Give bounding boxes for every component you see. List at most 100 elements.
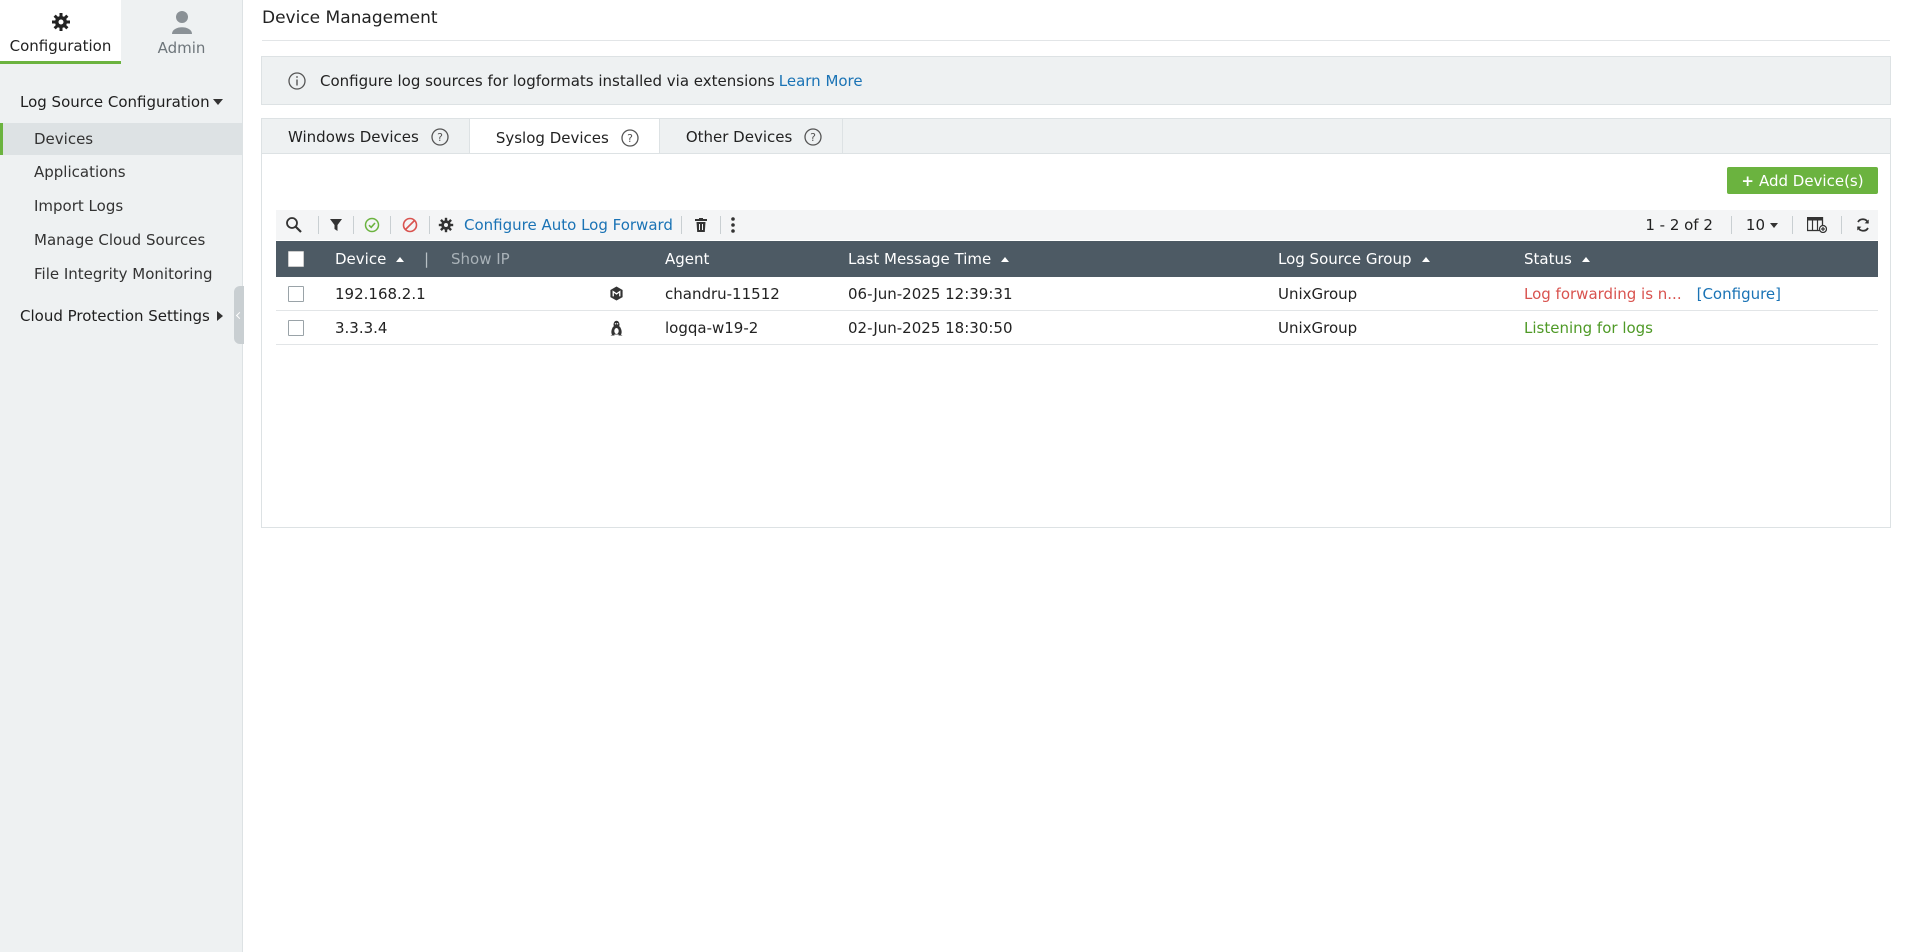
- column-log-source-group-label: Log Source Group: [1278, 250, 1412, 268]
- user-icon: [171, 8, 193, 34]
- select-all-checkbox-cell: [288, 241, 304, 277]
- page-size-select[interactable]: 10: [1746, 216, 1778, 234]
- table-row[interactable]: 192.168.2.1 chandru-11512 06-Jun-2025 12…: [276, 277, 1878, 311]
- sort-asc-icon: [1421, 256, 1430, 262]
- column-status[interactable]: Status: [1524, 241, 1590, 277]
- row-checkbox-cell: [288, 277, 304, 310]
- select-all-checkbox[interactable]: [288, 251, 304, 267]
- chevron-down-icon: [213, 99, 223, 105]
- tab-configuration-label: Configuration: [9, 37, 112, 55]
- column-last-message-time-label: Last Message Time: [848, 250, 992, 268]
- svg-text:?: ?: [810, 131, 816, 144]
- trash-icon[interactable]: [688, 210, 714, 240]
- chevron-right-icon: [217, 311, 223, 321]
- column-log-source-group[interactable]: Log Source Group: [1278, 241, 1430, 277]
- tab-label: Windows Devices: [288, 127, 419, 146]
- toolbar-divider: [1841, 216, 1842, 234]
- refresh-icon[interactable]: [1848, 210, 1878, 240]
- svg-text:?: ?: [627, 132, 633, 145]
- pagination-range: 1 - 2 of 2: [1645, 216, 1713, 234]
- pager: 1 - 2 of 2 10: [1645, 210, 1878, 240]
- configure-link[interactable]: [Configure]: [1697, 285, 1781, 303]
- column-last-message-time[interactable]: Last Message Time: [848, 241, 1010, 277]
- column-status-label: Status: [1524, 250, 1572, 268]
- search-icon[interactable]: [276, 210, 312, 240]
- section-cloud-protection-settings[interactable]: Cloud Protection Settings: [0, 300, 243, 332]
- tab-admin[interactable]: Admin: [121, 0, 242, 64]
- show-ip-toggle[interactable]: Show IP: [451, 241, 510, 277]
- tab-label: Other Devices: [685, 127, 793, 146]
- header-divider: |: [424, 250, 430, 268]
- help-icon[interactable]: ?: [621, 128, 639, 147]
- sort-asc-icon: [1001, 256, 1010, 262]
- devices-table: Device | Show IP Agent Last Message Time…: [276, 241, 1878, 345]
- add-device-button[interactable]: + Add Device(s): [1727, 167, 1878, 194]
- top-tabs: Configuration Admin: [0, 0, 242, 64]
- tab-syslog-devices[interactable]: Syslog Devices ?: [469, 119, 660, 156]
- sidebar-item-label: Devices: [34, 130, 94, 148]
- configure-auto-log-forward-link[interactable]: Configure Auto Log Forward: [464, 216, 673, 234]
- unix-icon: [609, 277, 624, 310]
- toolbar-divider: [1730, 216, 1732, 234]
- row-checkbox[interactable]: [288, 285, 304, 302]
- device-cell: 3.3.3.4: [335, 318, 388, 337]
- column-chooser-icon[interactable]: [1799, 210, 1835, 240]
- table-row[interactable]: 3.3.3.4 logqa-w19-2 02-Jun-2025 18:30:50…: [276, 311, 1878, 345]
- info-icon: [288, 71, 306, 90]
- help-icon[interactable]: ?: [431, 127, 449, 146]
- sidebar-collapse-handle[interactable]: [234, 286, 244, 344]
- gear-icon[interactable]: [436, 210, 456, 240]
- enable-icon[interactable]: [360, 210, 384, 240]
- status-text: Listening for logs: [1524, 318, 1653, 337]
- sidebar-item-label: File Integrity Monitoring: [34, 265, 213, 283]
- row-checkbox-cell: [288, 311, 304, 344]
- page-title: Device Management: [262, 8, 438, 28]
- divider: [262, 40, 1890, 41]
- table-toolbar: Configure Auto Log Forward 1 - 2 of 2 10: [276, 210, 1878, 240]
- plus-icon: +: [1741, 171, 1754, 190]
- tab-windows-devices[interactable]: Windows Devices ?: [262, 119, 470, 154]
- more-options-icon[interactable]: [727, 210, 739, 240]
- gear-icon: [51, 6, 71, 32]
- learn-more-link[interactable]: Learn More: [779, 72, 863, 90]
- sidebar-item-label: Manage Cloud Sources: [34, 231, 206, 249]
- row-checkbox[interactable]: [288, 319, 304, 336]
- disable-icon[interactable]: [397, 210, 423, 240]
- linux-icon: [610, 311, 623, 344]
- banner-text: Configure log sources for logformats ins…: [320, 71, 775, 90]
- section-log-source-configuration[interactable]: Log Source Configuration: [0, 86, 243, 118]
- last-message-time-cell: 02-Jun-2025 18:30:50: [848, 318, 1013, 337]
- sidebar-item-manage-cloud-sources[interactable]: Manage Cloud Sources: [0, 224, 243, 256]
- tab-other-devices[interactable]: Other Devices ?: [660, 119, 844, 154]
- table-header: Device | Show IP Agent Last Message Time…: [276, 241, 1878, 277]
- toolbar-divider: [390, 216, 391, 234]
- section-cloud-label: Cloud Protection Settings: [20, 307, 210, 325]
- tab-configuration[interactable]: Configuration: [0, 0, 121, 64]
- sort-asc-icon: [1581, 256, 1590, 262]
- toolbar-divider: [318, 216, 319, 234]
- toolbar-divider: [353, 216, 354, 234]
- help-icon[interactable]: ?: [804, 127, 822, 146]
- column-agent[interactable]: Agent: [665, 241, 709, 277]
- status-text: Log forwarding is n...: [1524, 284, 1682, 303]
- sidebar-item-applications[interactable]: Applications: [0, 156, 243, 188]
- tab-admin-label: Admin: [157, 38, 206, 57]
- log-source-group-cell: UnixGroup: [1278, 318, 1358, 337]
- sidebar-item-file-integrity-monitoring[interactable]: File Integrity Monitoring: [0, 258, 243, 290]
- log-source-group-cell: UnixGroup: [1278, 284, 1358, 303]
- add-device-label: Add Device(s): [1758, 171, 1864, 190]
- column-device[interactable]: Device: [335, 241, 405, 277]
- status-cell: Listening for logs: [1524, 311, 1653, 344]
- sidebar-item-devices[interactable]: Devices: [0, 123, 243, 155]
- page-size-value: 10: [1745, 216, 1765, 234]
- sidebar-item-label: Import Logs: [34, 197, 124, 215]
- last-message-time-cell: 06-Jun-2025 12:39:31: [848, 284, 1013, 303]
- toolbar-divider: [719, 216, 721, 234]
- agent-cell: logqa-w19-2: [665, 318, 759, 337]
- filter-icon[interactable]: [325, 210, 347, 240]
- column-device-label: Device: [335, 250, 387, 268]
- sidebar-item-import-logs[interactable]: Import Logs: [0, 190, 243, 222]
- device-tabs: Windows Devices ? Syslog Devices ? Other…: [261, 118, 1891, 156]
- sidebar-item-label: Applications: [34, 163, 126, 181]
- agent-cell: chandru-11512: [665, 284, 780, 303]
